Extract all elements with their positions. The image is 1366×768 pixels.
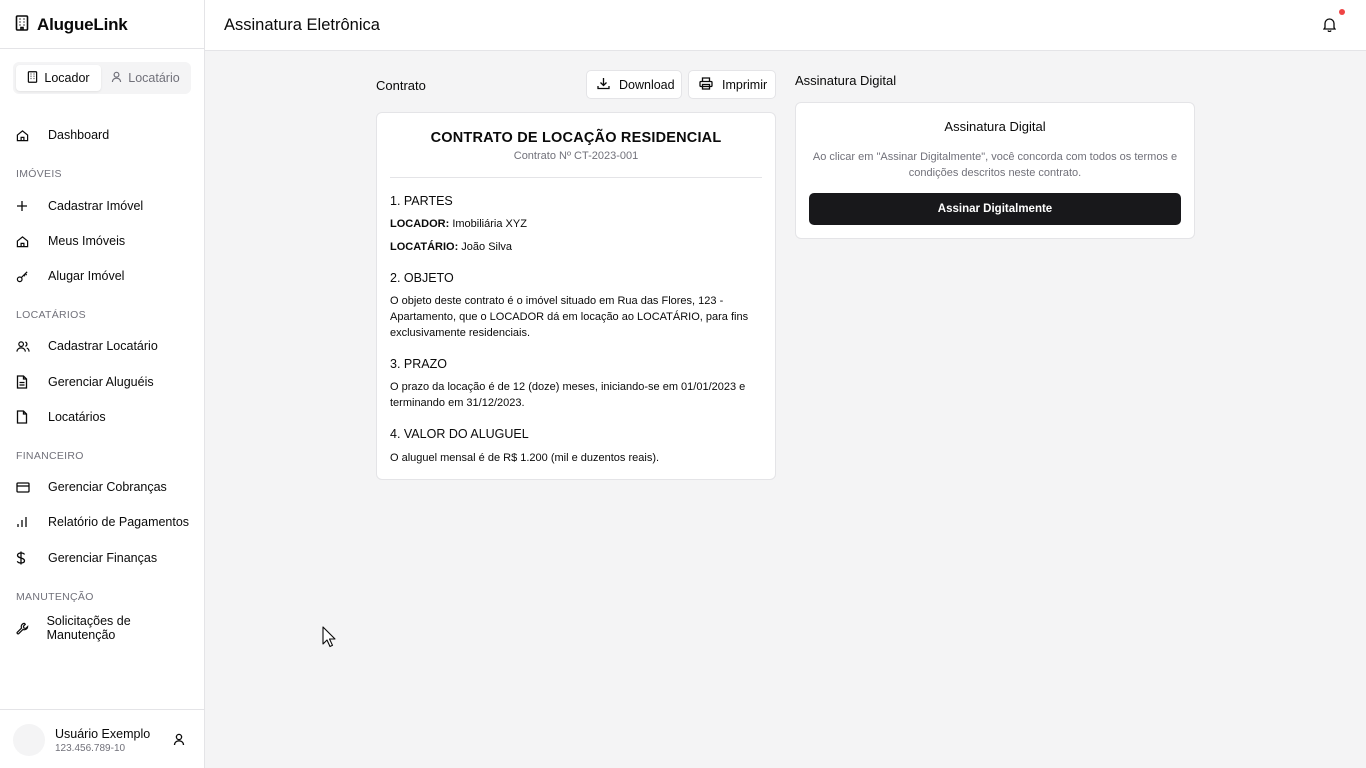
credit-card-icon [16, 481, 48, 493]
app-name: AlugueLink [37, 15, 128, 34]
bar-chart-icon [16, 516, 48, 528]
file-icon [16, 410, 48, 424]
signature-card: Assinatura Digital Ao clicar em "Assinar… [795, 102, 1195, 239]
sidebar-item-label: Gerenciar Aluguéis [48, 375, 154, 389]
printer-icon [699, 76, 713, 93]
wrench-icon [16, 622, 47, 635]
signature-section-label: Assinatura Digital [795, 73, 897, 88]
sidebar-item-label: Gerenciar Cobranças [48, 480, 167, 494]
key-icon [16, 270, 48, 283]
sidebar-item-alugar-imovel[interactable]: Alugar Imóvel [16, 262, 196, 290]
section-locatarios: LOCATÁRIOS [16, 309, 86, 321]
notification-dot [1339, 9, 1345, 15]
user-name: Usuário Exemplo [55, 726, 151, 741]
document-icon [16, 375, 48, 389]
sidebar-item-locatarios[interactable]: Locatários [16, 403, 196, 431]
role-locatario-button[interactable]: Locatário [103, 65, 188, 91]
signature-card-title: Assinatura Digital [944, 119, 1046, 134]
bell-icon[interactable] [1322, 17, 1337, 37]
sidebar-item-label: Solicitações de Manutenção [46, 614, 131, 642]
print-label: Imprimir [722, 77, 768, 92]
sidebar-item-solicitacoes-manutencao[interactable]: Solicitações de Manutenção [16, 614, 196, 642]
sidebar-item-label: Meus Imóveis [48, 234, 126, 248]
home-icon [16, 129, 48, 142]
signature-description: Ao clicar em "Assinar Digitalmente", voc… [812, 151, 1178, 179]
user-icon[interactable] [173, 733, 185, 751]
locador-value: Imobiliária XYZ [449, 218, 527, 230]
contract-card: CONTRATO DE LOCAÇÃO RESIDENCIAL Contrato… [376, 112, 776, 480]
sidebar-item-label: Gerenciar Finanças [48, 551, 158, 565]
building-icon [15, 14, 29, 36]
role-locatario-label: Locatário [128, 71, 180, 85]
section-heading-valor: 4. VALOR DO ALUGUEL [390, 427, 529, 441]
sidebar-item-relatorio-pagamentos[interactable]: Relatório de Pagamentos [16, 508, 196, 536]
contract-title: CONTRATO DE LOCAÇÃO RESIDENCIAL [430, 130, 722, 146]
download-button[interactable]: Download [586, 70, 682, 99]
sidebar-item-cadastrar-imovel[interactable]: Cadastrar Imóvel [16, 192, 196, 220]
user-icon [111, 71, 122, 86]
print-button[interactable]: Imprimir [688, 70, 776, 99]
sidebar-item-label: Cadastrar Imóvel [48, 199, 144, 213]
section-heading-objeto: 2. OBJETO [390, 271, 454, 285]
locador-line: LOCADOR: Imobiliária XYZ [390, 216, 762, 232]
contract-divider [390, 177, 762, 178]
user-document: 123.456.789-10 [55, 742, 126, 754]
users-icon [16, 340, 48, 353]
role-toggle: Locador Locatário [13, 62, 191, 94]
sidebar-item-label: Alugar Imóvel [48, 269, 125, 283]
section-financeiro: FINANCEIRO [16, 450, 84, 462]
role-locador-button[interactable]: Locador [16, 65, 101, 91]
sidebar-item-label: Relatório de Pagamentos [48, 515, 190, 529]
contract-section-label: Contrato [376, 78, 426, 93]
section-heading-partes: 1. PARTES [390, 194, 453, 208]
top-header: Assinatura Eletrônica [205, 0, 1366, 51]
user-profile[interactable]: Usuário Exemplo 123.456.789-10 [13, 724, 193, 756]
sidebar-item-cadastrar-locatario[interactable]: Cadastrar Locatário [16, 332, 196, 360]
sidebar: AlugueLink Locador Locatário Dashboard I… [0, 0, 205, 768]
role-locador-label: Locador [44, 71, 90, 85]
sidebar-item-label: Locatários [48, 410, 106, 424]
page-title: Assinatura Eletrônica [224, 16, 380, 34]
locador-label: LOCADOR: [390, 218, 450, 230]
home-icon [16, 235, 48, 248]
avatar [13, 724, 45, 756]
brand[interactable]: AlugueLink [15, 14, 128, 36]
section-imoveis: IMÓVEIS [16, 168, 62, 180]
mouse-cursor-icon [322, 626, 336, 653]
section-text-valor: O aluguel mensal é de R$ 1.200 (mil e du… [390, 452, 660, 464]
building-icon [27, 70, 38, 86]
sidebar-item-label: Dashboard [48, 128, 110, 142]
contract-number: Contrato Nº CT-2023-001 [513, 150, 639, 162]
section-heading-prazo: 3. PRAZO [390, 357, 447, 371]
sidebar-item-label: Cadastrar Locatário [48, 339, 158, 353]
dollar-icon [16, 551, 48, 565]
sidebar-item-gerenciar-alugueis[interactable]: Gerenciar Aluguéis [16, 368, 196, 396]
locatario-label: LOCATÁRIO: [390, 241, 459, 253]
download-icon [597, 77, 610, 93]
sidebar-item-gerenciar-financas[interactable]: Gerenciar Finanças [16, 544, 196, 572]
sign-digitally-button[interactable]: Assinar Digitalmente [809, 193, 1181, 225]
sidebar-footer-divider [0, 709, 204, 710]
sidebar-item-dashboard[interactable]: Dashboard [16, 121, 196, 149]
locatario-value: João Silva [458, 241, 513, 253]
sidebar-item-meus-imoveis[interactable]: Meus Imóveis [16, 227, 196, 255]
download-label: Download [619, 77, 675, 92]
sidebar-item-gerenciar-cobrancas[interactable]: Gerenciar Cobranças [16, 473, 196, 501]
locatario-line: LOCATÁRIO: João Silva [390, 239, 762, 255]
section-manutencao: MANUTENÇÃO [16, 591, 94, 603]
section-text-prazo: O prazo da locação é de 12 (doze) meses,… [390, 381, 746, 409]
section-text-objeto: O objeto deste contrato é o imóvel situa… [390, 295, 749, 339]
sidebar-divider [0, 48, 204, 49]
plus-icon [16, 200, 48, 212]
